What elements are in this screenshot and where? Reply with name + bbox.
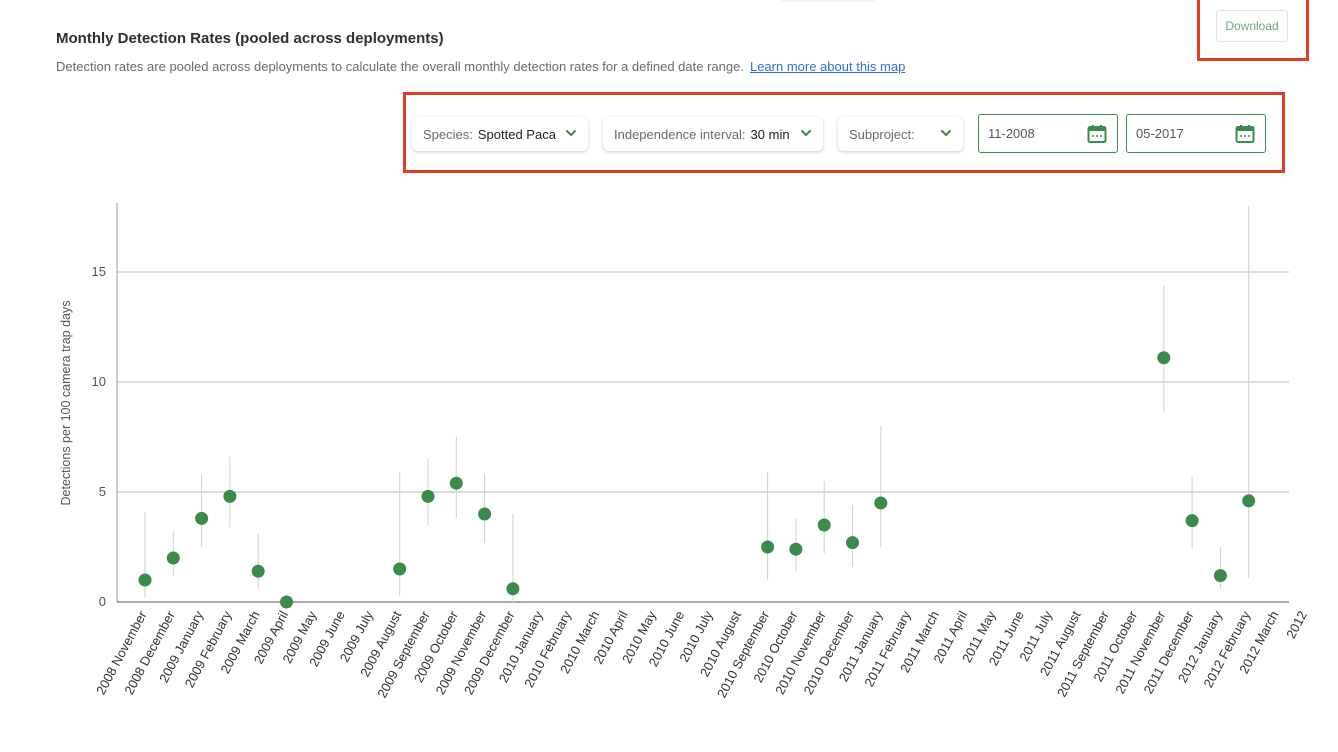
data-point — [251, 564, 265, 578]
data-point — [449, 476, 463, 490]
data-point — [817, 518, 831, 532]
data-point — [421, 489, 435, 503]
data-point — [1157, 351, 1171, 365]
y-tick-label: 0 — [99, 594, 106, 609]
data-point — [393, 562, 407, 576]
data-point — [506, 582, 520, 596]
detection-rate-chart: 0510152008 November2008 December2009 Jan… — [92, 203, 1310, 700]
data-point — [789, 542, 803, 556]
data-point — [138, 573, 152, 587]
data-point — [478, 507, 492, 521]
y-tick-label: 5 — [99, 484, 106, 499]
data-point — [195, 511, 209, 525]
data-point — [166, 551, 180, 565]
y-tick-label: 10 — [92, 374, 106, 389]
data-point — [1213, 569, 1227, 583]
y-tick-label: 15 — [92, 264, 106, 279]
data-point — [223, 489, 237, 503]
data-point — [1185, 514, 1199, 528]
data-point — [1242, 494, 1256, 508]
data-point — [761, 540, 775, 554]
data-point — [280, 595, 293, 609]
y-axis-title: Detections per 100 camera trap days — [59, 300, 73, 506]
x-tick-label: 2012 — [1283, 608, 1310, 641]
data-point — [874, 496, 888, 510]
data-point — [846, 536, 859, 550]
